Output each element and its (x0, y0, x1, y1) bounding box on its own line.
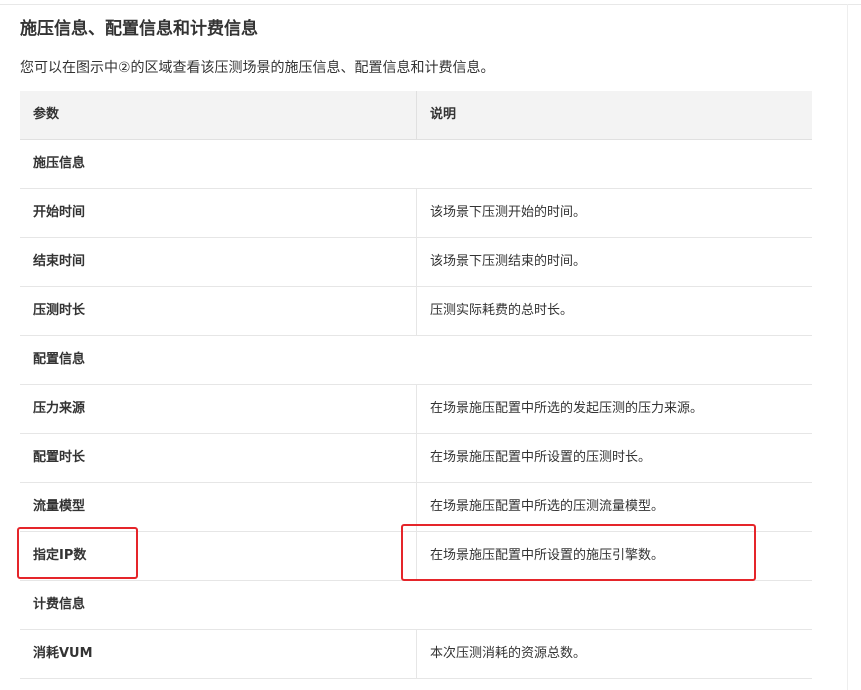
top-divider (0, 4, 861, 5)
table-group-row: 施压信息 (20, 140, 812, 189)
table-row: 压力来源 在场景施压配置中所选的发起压测的压力来源。 (20, 385, 812, 434)
table-header-row: 参数 说明 (20, 91, 812, 140)
param-cell: 开始时间 (33, 205, 86, 220)
table-row: 压测时长 压测实际耗费的总时长。 (20, 287, 812, 336)
table-row: 配置时长 在场景施压配置中所设置的压测时长。 (20, 434, 812, 483)
param-cell: 流量模型 (33, 499, 86, 514)
highlight-box-desc (401, 524, 756, 581)
parameter-table: 参数 说明 施压信息 开始时间 该场景下压测开始的时间。 结束时间 该场景下压测… (20, 91, 812, 679)
param-cell: 消耗VUM (33, 646, 93, 661)
section-intro: 您可以在图示中②的区域查看该压测场景的施压信息、配置信息和计费信息。 (20, 60, 495, 76)
desc-cell: 该场景下压测结束的时间。 (416, 238, 812, 286)
table-row: 开始时间 该场景下压测开始的时间。 (20, 189, 812, 238)
group-label: 计费信息 (33, 597, 86, 612)
desc-cell: 该场景下压测开始的时间。 (416, 189, 812, 237)
table-row: 消耗VUM 本次压测消耗的资源总数。 (20, 630, 812, 679)
group-label: 施压信息 (33, 156, 86, 171)
right-divider (847, 4, 848, 690)
param-cell: 结束时间 (33, 254, 86, 269)
section-title: 施压信息、配置信息和计费信息 (20, 19, 258, 39)
table-row: 结束时间 该场景下压测结束的时间。 (20, 238, 812, 287)
desc-cell: 本次压测消耗的资源总数。 (416, 630, 812, 678)
desc-cell: 在场景施压配置中所选的发起压测的压力来源。 (416, 385, 812, 433)
table-group-row: 计费信息 (20, 581, 812, 630)
header-desc: 说明 (416, 91, 812, 139)
param-cell: 配置时长 (33, 450, 86, 465)
desc-cell: 在场景施压配置中所设置的压测时长。 (416, 434, 812, 482)
highlight-box-param (17, 527, 138, 579)
desc-cell: 压测实际耗费的总时长。 (416, 287, 812, 335)
header-param: 参数 (33, 107, 60, 122)
param-cell: 压测时长 (33, 303, 86, 318)
group-label: 配置信息 (33, 352, 86, 367)
param-cell: 压力来源 (33, 401, 86, 416)
table-group-row: 配置信息 (20, 336, 812, 385)
